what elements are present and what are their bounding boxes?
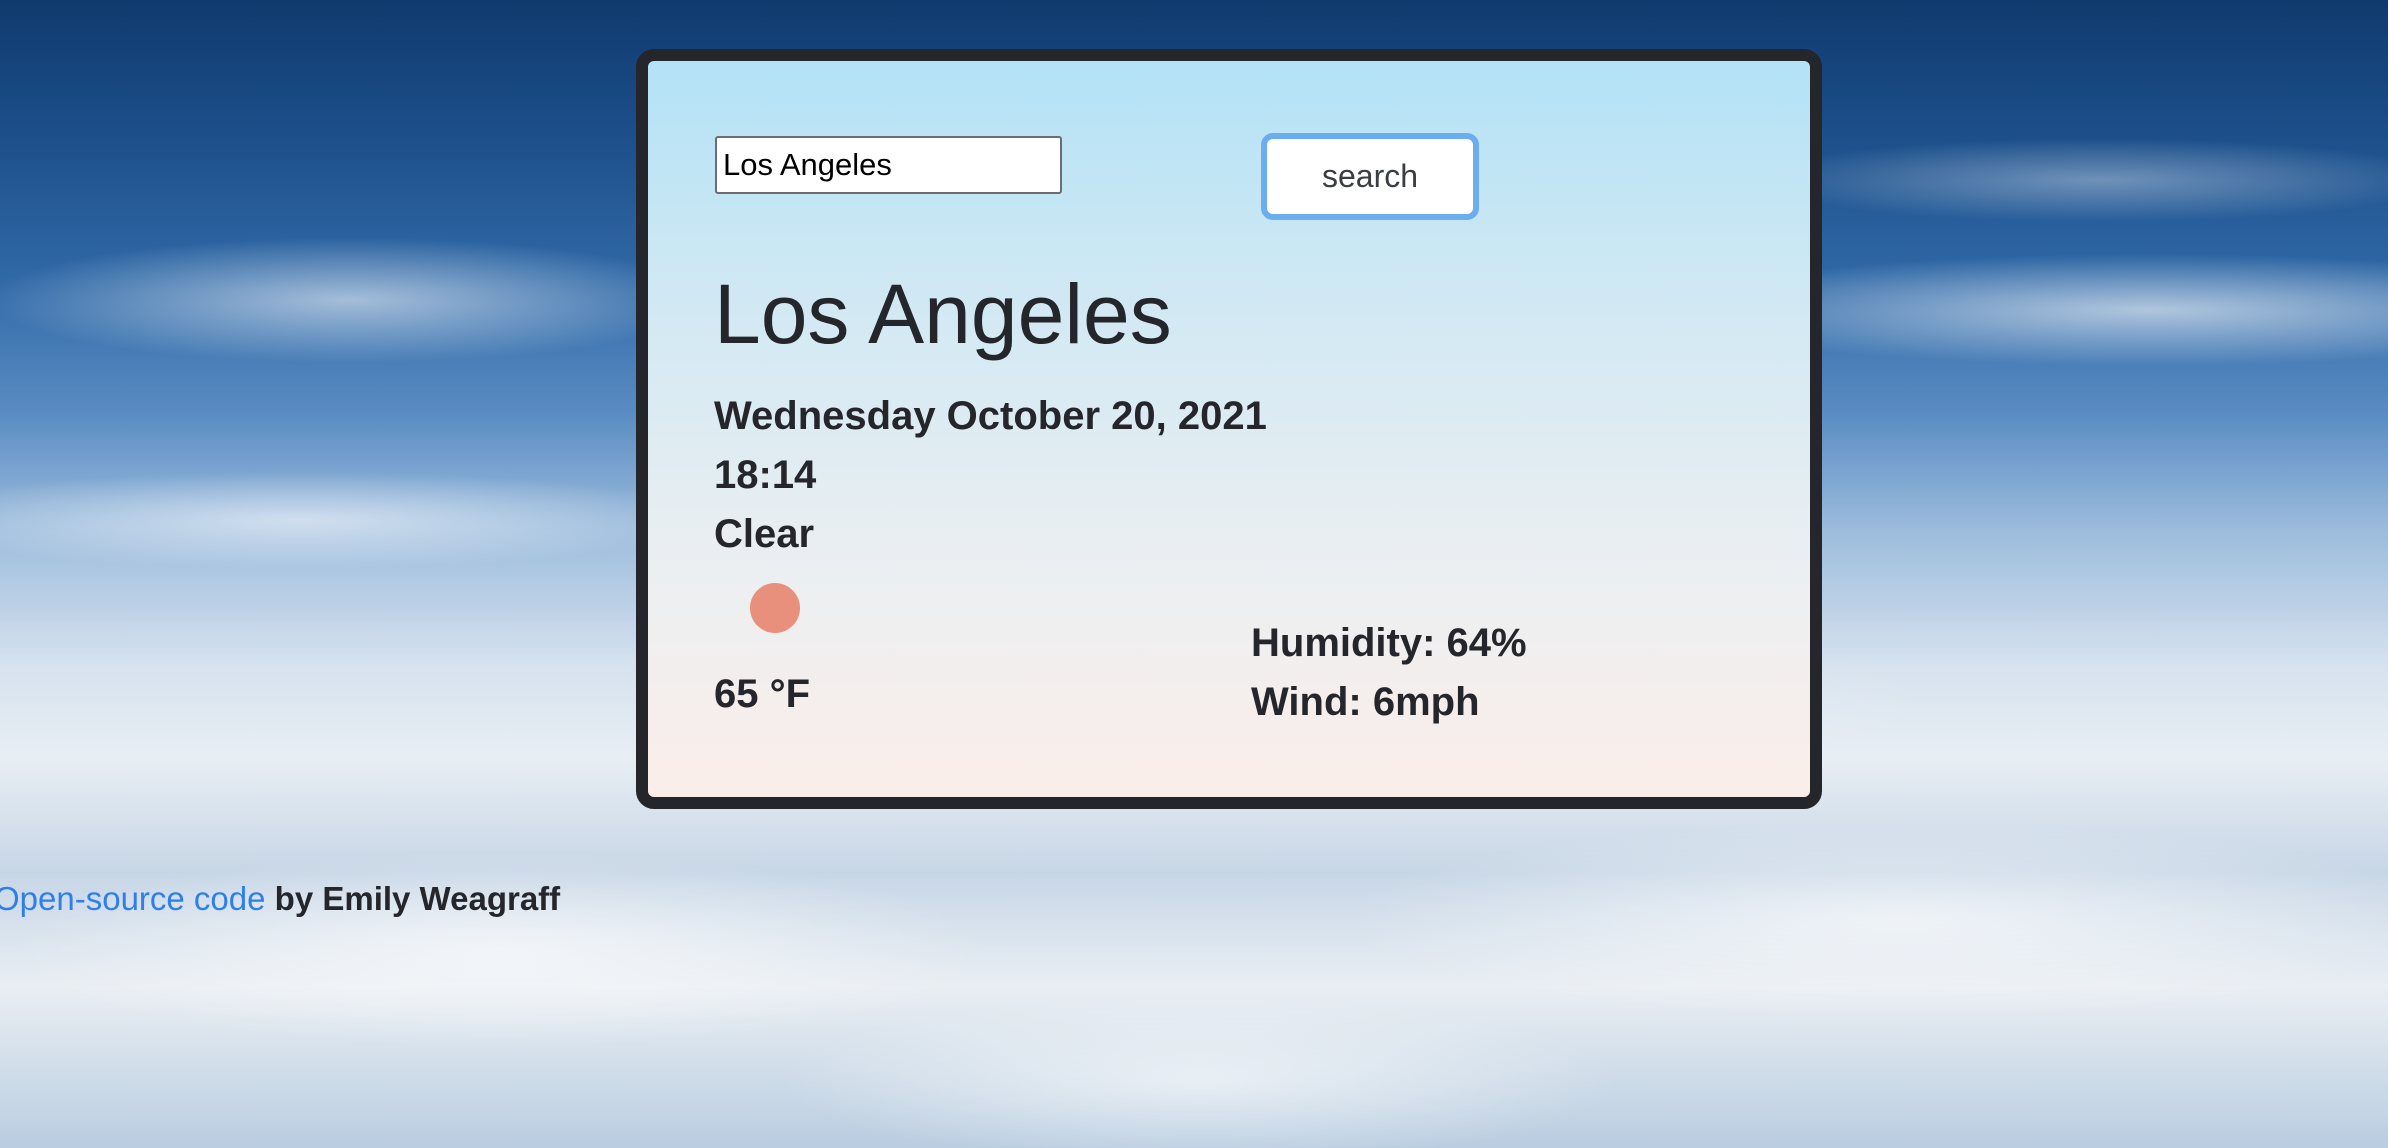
weather-description: Clear xyxy=(714,512,815,556)
sun-icon xyxy=(750,583,800,633)
source-code-link[interactable]: Open-source code xyxy=(0,880,266,917)
footer-credit: Open-source code by Emily Weagraff xyxy=(0,880,560,918)
humidity: Humidity: 64% xyxy=(1251,621,1527,665)
current-date: Wednesday October 20, 2021 xyxy=(714,394,1267,438)
search-input[interactable] xyxy=(715,136,1062,194)
wind-speed: Wind: 6mph xyxy=(1251,680,1480,724)
search-button[interactable]: search xyxy=(1261,133,1479,220)
temperature: 65 °F xyxy=(714,672,811,716)
weather-card: search Los Angeles Wednesday October 20,… xyxy=(636,49,1822,809)
current-time: 18:14 xyxy=(714,453,817,497)
city-name: Los Angeles xyxy=(714,267,1172,361)
author-credit: by Emily Weagraff xyxy=(265,880,561,917)
